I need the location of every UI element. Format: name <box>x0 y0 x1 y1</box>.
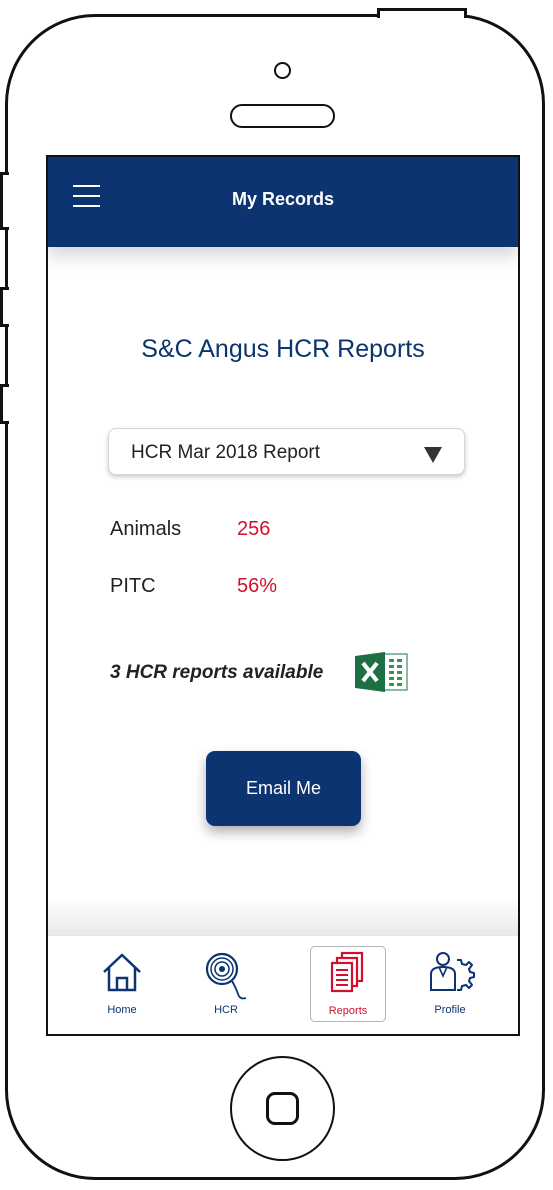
volume-down-button <box>0 384 9 424</box>
report-select-value: HCR Mar 2018 Report <box>131 442 321 463</box>
profile-icon <box>430 952 475 991</box>
hcr-icon <box>205 952 247 1000</box>
volume-up-button <box>0 287 9 327</box>
nav-label-home: Home <box>107 1004 137 1016</box>
mute-switch <box>0 172 9 230</box>
report-select[interactable]: HCR Mar 2018 Report <box>108 428 465 475</box>
app-screen: My Records S&C Angus HCR Reports HCR Mar… <box>46 155 520 1036</box>
dropdown-triangle-icon <box>424 447 442 463</box>
bottom-nav-shadow <box>48 897 518 937</box>
reports-available-text: 3 HCR reports available <box>110 662 324 683</box>
power-button <box>377 8 467 18</box>
nav-label-profile: Profile <box>434 1004 466 1016</box>
app-header: My Records <box>48 157 518 247</box>
nav-label-hcr: HCR <box>214 1004 238 1016</box>
excel-icon[interactable] <box>353 651 408 693</box>
animals-label: Animals <box>110 518 182 540</box>
device-home-button[interactable] <box>230 1056 335 1161</box>
home-icon <box>103 953 141 992</box>
nav-item-profile[interactable]: Profile <box>412 946 488 1022</box>
pitc-label: PITC <box>110 575 156 597</box>
front-camera <box>274 62 291 79</box>
page-title: S&C Angus HCR Reports <box>141 335 425 363</box>
email-me-button[interactable]: Email Me <box>206 751 361 826</box>
nav-item-home[interactable]: Home <box>84 946 160 1022</box>
reports-icon <box>330 951 364 993</box>
bottom-nav: Home HCR Reports Profile <box>48 935 518 1034</box>
header-title: My Records <box>231 189 335 209</box>
home-button-square-icon <box>266 1092 299 1125</box>
pitc-value: 56% <box>237 575 278 597</box>
animals-value: 256 <box>237 518 271 540</box>
nav-label-reports: Reports <box>328 1005 368 1017</box>
nav-item-hcr[interactable]: HCR <box>188 946 264 1022</box>
earpiece-speaker <box>230 104 335 128</box>
nav-item-reports[interactable]: Reports <box>310 946 386 1022</box>
